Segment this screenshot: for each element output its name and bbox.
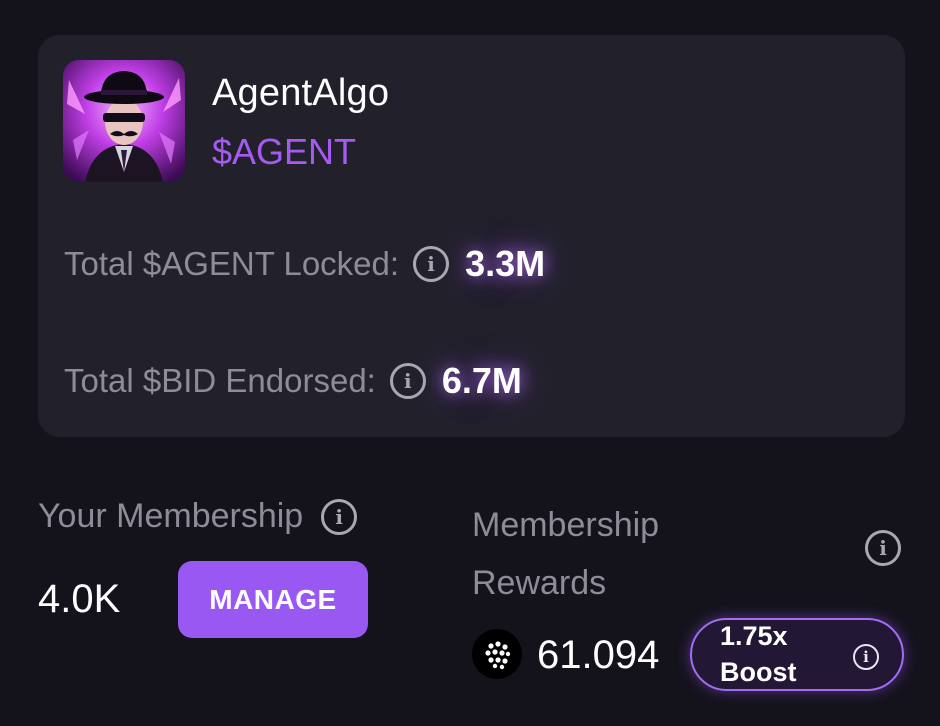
stat-label: Total $AGENT Locked: xyxy=(64,245,400,282)
membership-value: 4.0K xyxy=(38,577,121,621)
agent-ticker: $AGENT xyxy=(212,131,357,172)
stat-bid-endorsed: Total $BID Endorsed: i 6.7M xyxy=(64,360,522,402)
boost-label: 1.75x Boost xyxy=(720,621,797,687)
info-icon[interactable]: i xyxy=(853,644,879,670)
stat-label: Total $BID Endorsed: xyxy=(64,362,376,399)
manage-button[interactable]: MANAGE xyxy=(178,561,368,638)
rewards-value: 61.094 xyxy=(537,633,660,677)
boost-badge[interactable]: 1.75x Boost i xyxy=(690,618,904,691)
rewards-label: Membership Rewards xyxy=(472,506,660,602)
info-icon[interactable]: i xyxy=(321,498,358,535)
agent-name: AgentAlgo xyxy=(212,72,390,114)
info-icon[interactable]: i xyxy=(865,530,901,566)
agent-card: AgentAlgo $AGENT Total $AGENT Locked: i … xyxy=(38,35,905,437)
membership-label: Your Membership i xyxy=(38,497,358,536)
page: AgentAlgo $AGENT Total $AGENT Locked: i … xyxy=(0,0,940,726)
stat-agent-locked: Total $AGENT Locked: i 3.3M xyxy=(64,243,545,285)
detective-avatar-icon xyxy=(63,60,185,182)
info-icon[interactable]: i xyxy=(413,246,450,282)
info-icon[interactable]: i xyxy=(389,363,426,399)
stat-value: 3.3M xyxy=(465,243,546,284)
token-dots-icon xyxy=(485,641,511,670)
token-icon xyxy=(472,629,522,679)
stat-value: 6.7M xyxy=(441,360,522,401)
membership-label-text: Your Membership xyxy=(38,497,304,535)
agent-avatar xyxy=(63,60,185,182)
